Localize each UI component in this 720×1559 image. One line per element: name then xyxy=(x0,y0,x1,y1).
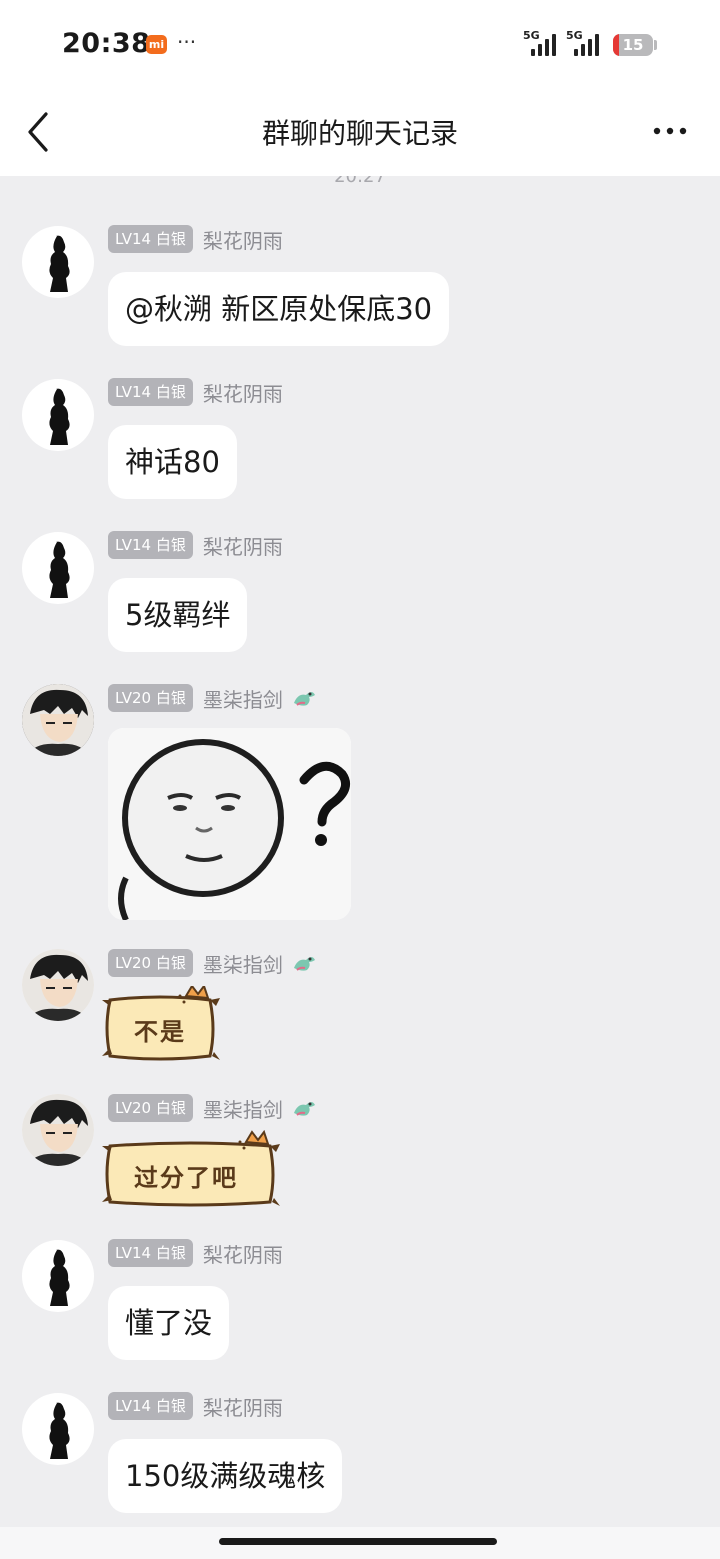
network-type-label: 5G xyxy=(566,29,583,42)
sender-name[interactable]: 梨花阴雨 xyxy=(203,1239,283,1268)
avatar[interactable] xyxy=(22,1240,94,1312)
message-meta: LV20 白银 墨柒指剑 xyxy=(108,948,317,978)
level-badge: LV20 白银 xyxy=(108,684,193,712)
status-bar: 20:38 mi ··· 5G 5G 15 xyxy=(0,0,720,90)
avatar[interactable] xyxy=(22,379,94,451)
level-badge: LV14 白银 xyxy=(108,531,193,559)
sender-name[interactable]: 梨花阴雨 xyxy=(203,1392,283,1421)
sender-name[interactable]: 梨花阴雨 xyxy=(203,225,283,254)
message-bubble[interactable]: 150级满级魂核 xyxy=(108,1439,343,1513)
network-type-label: 5G xyxy=(523,29,540,42)
sticker-text: 过分了吧 xyxy=(134,1163,238,1192)
avatar[interactable] xyxy=(22,1094,94,1166)
message-meta: LV14 白银 梨花阴雨 xyxy=(108,377,283,407)
battery-tip xyxy=(654,40,657,50)
sticker-text: 不是 xyxy=(134,1017,186,1046)
avatar[interactable] xyxy=(22,949,94,1021)
level-badge: LV20 白银 xyxy=(108,949,193,977)
question-face-sticker[interactable] xyxy=(108,728,351,920)
sender-name[interactable]: 墨柒指剑 xyxy=(203,684,283,713)
page-title: 群聊的聊天记录 xyxy=(261,117,458,150)
status-more-notifications: ··· xyxy=(177,30,197,54)
avatar[interactable] xyxy=(22,532,94,604)
message-meta: LV14 白银 梨花阴雨 xyxy=(108,224,283,254)
battery-icon: 15 xyxy=(613,34,653,56)
message-bubble[interactable]: @秋溯 新区原处保底30 xyxy=(108,272,450,346)
sender-name[interactable]: 墨柒指剑 xyxy=(203,1094,283,1123)
message-bubble[interactable]: 神话80 xyxy=(108,425,237,499)
message-meta: LV20 白银 墨柒指剑 xyxy=(108,683,317,713)
sender-name[interactable]: 梨花阴雨 xyxy=(203,378,283,407)
message-bubble[interactable]: 5级羁绊 xyxy=(108,578,248,652)
battery-percent: 15 xyxy=(622,36,644,54)
dragon-flair-icon xyxy=(293,692,315,706)
signal-icon: 5G xyxy=(523,29,561,56)
avatar[interactable] xyxy=(22,226,94,298)
sender-name[interactable]: 墨柒指剑 xyxy=(203,949,283,978)
avatar[interactable] xyxy=(22,684,94,756)
sender-name[interactable]: 梨花阴雨 xyxy=(203,531,283,560)
message-meta: LV20 白银 墨柒指剑 xyxy=(108,1093,317,1123)
cat-pillow-sticker[interactable]: 不是 xyxy=(100,986,222,1068)
more-horizontal-icon[interactable] xyxy=(652,126,688,136)
mi-app-icon: mi xyxy=(146,35,167,54)
level-badge: LV20 白银 xyxy=(108,1094,193,1122)
dragon-flair-icon xyxy=(293,957,315,971)
message-meta: LV14 白银 梨花阴雨 xyxy=(108,530,283,560)
dragon-flair-icon xyxy=(293,1102,315,1116)
level-badge: LV14 白银 xyxy=(108,225,193,253)
level-badge: LV14 白银 xyxy=(108,1239,193,1267)
message-bubble[interactable]: 懂了没 xyxy=(108,1286,230,1360)
avatar[interactable] xyxy=(22,1393,94,1465)
level-badge: LV14 白银 xyxy=(108,1392,193,1420)
cat-pillow-sticker[interactable]: 过分了吧 xyxy=(100,1130,282,1214)
status-time: 20:38 xyxy=(62,28,151,59)
home-indicator[interactable] xyxy=(219,1538,497,1545)
message-meta: LV14 白银 梨花阴雨 xyxy=(108,1238,283,1268)
level-badge: LV14 白银 xyxy=(108,378,193,406)
message-meta: LV14 白银 梨花阴雨 xyxy=(108,1391,283,1421)
signal-icon: 5G xyxy=(566,29,604,56)
